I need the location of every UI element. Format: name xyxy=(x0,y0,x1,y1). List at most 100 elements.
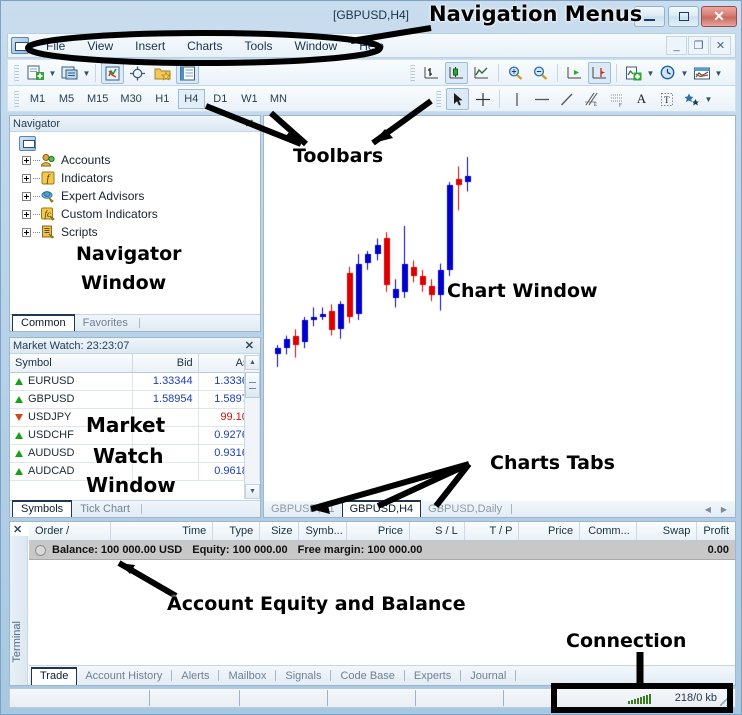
market-watch-scrollbar[interactable]: ▲ ▼ xyxy=(244,355,260,499)
templates-icon[interactable] xyxy=(690,62,713,84)
column-order[interactable]: Order / xyxy=(29,522,111,540)
chart-canvas[interactable] xyxy=(264,116,735,517)
vertical-line-icon[interactable] xyxy=(505,88,528,110)
table-row[interactable]: USDCHF 0.92760 xyxy=(10,426,261,445)
table-row[interactable]: AUDUSD 0.93166 xyxy=(10,444,261,463)
cursor-icon[interactable] xyxy=(446,88,469,110)
terminal-tab-code-base[interactable]: Code Base xyxy=(332,669,402,685)
terminal-tab-mailbox[interactable]: Mailbox xyxy=(220,669,274,685)
window-minimize-button[interactable] xyxy=(634,6,665,27)
chart-window[interactable] xyxy=(263,115,736,518)
column-type[interactable]: Type xyxy=(213,522,261,540)
toolbar-grip[interactable] xyxy=(14,64,19,82)
expand-icon[interactable] xyxy=(22,173,31,183)
terminal-tab-trade[interactable]: Trade xyxy=(31,667,78,685)
column-price-1[interactable]: Price xyxy=(347,522,410,540)
table-row[interactable]: GBPUSD 1.58954 1.58975 xyxy=(10,390,261,409)
timeframe-m30[interactable]: M30 xyxy=(115,89,146,109)
column-bid[interactable]: Bid xyxy=(132,354,199,373)
auto-scroll-icon[interactable] xyxy=(588,62,611,84)
line-chart-icon[interactable] xyxy=(470,62,493,84)
navigator-item-expert-advisors[interactable]: Expert Advisors xyxy=(16,187,260,205)
menu-item-insert[interactable]: Insert xyxy=(124,36,176,56)
scroll-up-arrow-icon[interactable]: ▲ xyxy=(245,355,260,370)
navigator-item-custom-indicators[interactable]: fc Custom Indicators xyxy=(16,205,260,223)
mdi-minimize-button[interactable]: _ xyxy=(666,36,687,55)
periods-icon[interactable] xyxy=(656,62,679,84)
menu-item-help[interactable]: Help xyxy=(348,36,395,56)
menu-item-window[interactable]: Window xyxy=(284,36,349,56)
column-tp[interactable]: T / P xyxy=(465,522,520,540)
new-order-icon[interactable] xyxy=(58,62,81,84)
fibonacci-retracement-icon[interactable]: F xyxy=(605,88,628,110)
templates-dropdown-caret[interactable]: ▼ xyxy=(714,62,723,84)
horizontal-line-icon[interactable] xyxy=(530,88,553,110)
menu-item-file[interactable]: File xyxy=(35,36,76,56)
window-resize-grip[interactable] xyxy=(720,693,733,706)
timeframe-h1[interactable]: H1 xyxy=(149,89,176,109)
timeframe-h4[interactable]: H4 xyxy=(177,89,205,109)
column-size[interactable]: Size xyxy=(260,522,300,540)
chart-tab-gbpusd-h1[interactable]: GBPUSD,H1 xyxy=(264,502,342,517)
market-watch-close-icon[interactable]: ✕ xyxy=(242,339,257,352)
data-window-icon[interactable] xyxy=(176,62,199,84)
column-swap[interactable]: Swap xyxy=(637,522,698,540)
expand-icon[interactable] xyxy=(22,191,31,201)
column-sl[interactable]: S / L xyxy=(410,522,465,540)
terminal-close-icon[interactable]: ✕ xyxy=(13,523,22,536)
mdi-restore-button[interactable]: ❐ xyxy=(688,36,709,55)
menu-item-tools[interactable]: Tools xyxy=(234,36,284,56)
market-watch-tab-tick-chart[interactable]: Tick Chart xyxy=(72,502,138,517)
connection-status[interactable]: 218/0 kb xyxy=(627,692,735,704)
navigator-item-accounts[interactable]: Accounts xyxy=(16,151,260,169)
crosshair-tool-icon[interactable] xyxy=(471,88,494,110)
periods-dropdown-caret[interactable]: ▼ xyxy=(680,62,689,84)
chart-tabs-scroll-left-icon[interactable]: ◀ xyxy=(705,505,711,514)
terminal-tab-account-history[interactable]: Account History xyxy=(77,669,170,685)
timeframe-m1[interactable]: M1 xyxy=(24,89,51,109)
bar-chart-icon[interactable] xyxy=(420,62,443,84)
timeframe-m15[interactable]: M15 xyxy=(82,89,113,109)
scrollbar-thumb[interactable] xyxy=(245,372,260,398)
terminal-tab-experts[interactable]: Experts xyxy=(406,669,459,685)
timeframe-mn[interactable]: MN xyxy=(265,89,292,109)
table-row[interactable]: EURUSD 1.33344 1.33364 xyxy=(10,372,261,391)
crosshair-icon[interactable] xyxy=(126,62,149,84)
table-row[interactable]: AUDCAD 0.96180 xyxy=(10,462,261,481)
profiles-icon[interactable] xyxy=(101,62,124,84)
menu-item-view[interactable]: View xyxy=(76,36,124,56)
zoom-in-icon[interactable] xyxy=(504,62,527,84)
navigator-item-indicators[interactable]: f Indicators xyxy=(16,169,260,187)
text-icon[interactable]: A xyxy=(630,88,653,110)
window-close-button[interactable]: ✕ xyxy=(701,6,737,27)
column-profit[interactable]: Profit xyxy=(697,522,735,540)
terminal-tab-journal[interactable]: Journal xyxy=(462,669,514,685)
timeframe-d1[interactable]: D1 xyxy=(207,89,234,109)
table-row[interactable]: USDJPY 99.107 xyxy=(10,408,261,427)
navigator-tab-common[interactable]: Common xyxy=(12,314,75,331)
navigator-item-scripts[interactable]: Scripts xyxy=(16,223,260,241)
mdi-close-button[interactable]: ✕ xyxy=(710,36,731,55)
navigator-tab-favorites[interactable]: Favorites xyxy=(75,316,136,331)
chart-tab-gbpusd-h4[interactable]: GBPUSD,H4 xyxy=(341,500,422,517)
scroll-down-arrow-icon[interactable]: ▼ xyxy=(245,484,260,499)
zoom-out-icon[interactable] xyxy=(529,62,552,84)
text-label-icon[interactable]: T xyxy=(655,88,678,110)
column-time[interactable]: Time xyxy=(111,522,214,540)
toolbar-grip[interactable] xyxy=(14,90,19,108)
toolbar-grip[interactable] xyxy=(410,64,415,82)
indicators-dropdown-caret[interactable]: ▼ xyxy=(646,62,655,84)
new-chart-icon[interactable] xyxy=(24,62,47,84)
terminal-tab-alerts[interactable]: Alerts xyxy=(173,669,217,685)
terminal-tab-signals[interactable]: Signals xyxy=(277,669,329,685)
new-order-dropdown-caret[interactable]: ▼ xyxy=(82,62,91,84)
expand-icon[interactable] xyxy=(22,155,31,165)
indicators-icon[interactable] xyxy=(622,62,645,84)
shapes-icon[interactable] xyxy=(680,88,703,110)
navigator-close-icon[interactable]: ✕ xyxy=(242,117,257,130)
timeframe-w1[interactable]: W1 xyxy=(236,89,263,109)
chart-shift-icon[interactable] xyxy=(563,62,586,84)
expand-icon[interactable] xyxy=(22,209,31,219)
toolbar-grip[interactable] xyxy=(436,90,441,108)
new-chart-dropdown-caret[interactable]: ▼ xyxy=(48,62,57,84)
